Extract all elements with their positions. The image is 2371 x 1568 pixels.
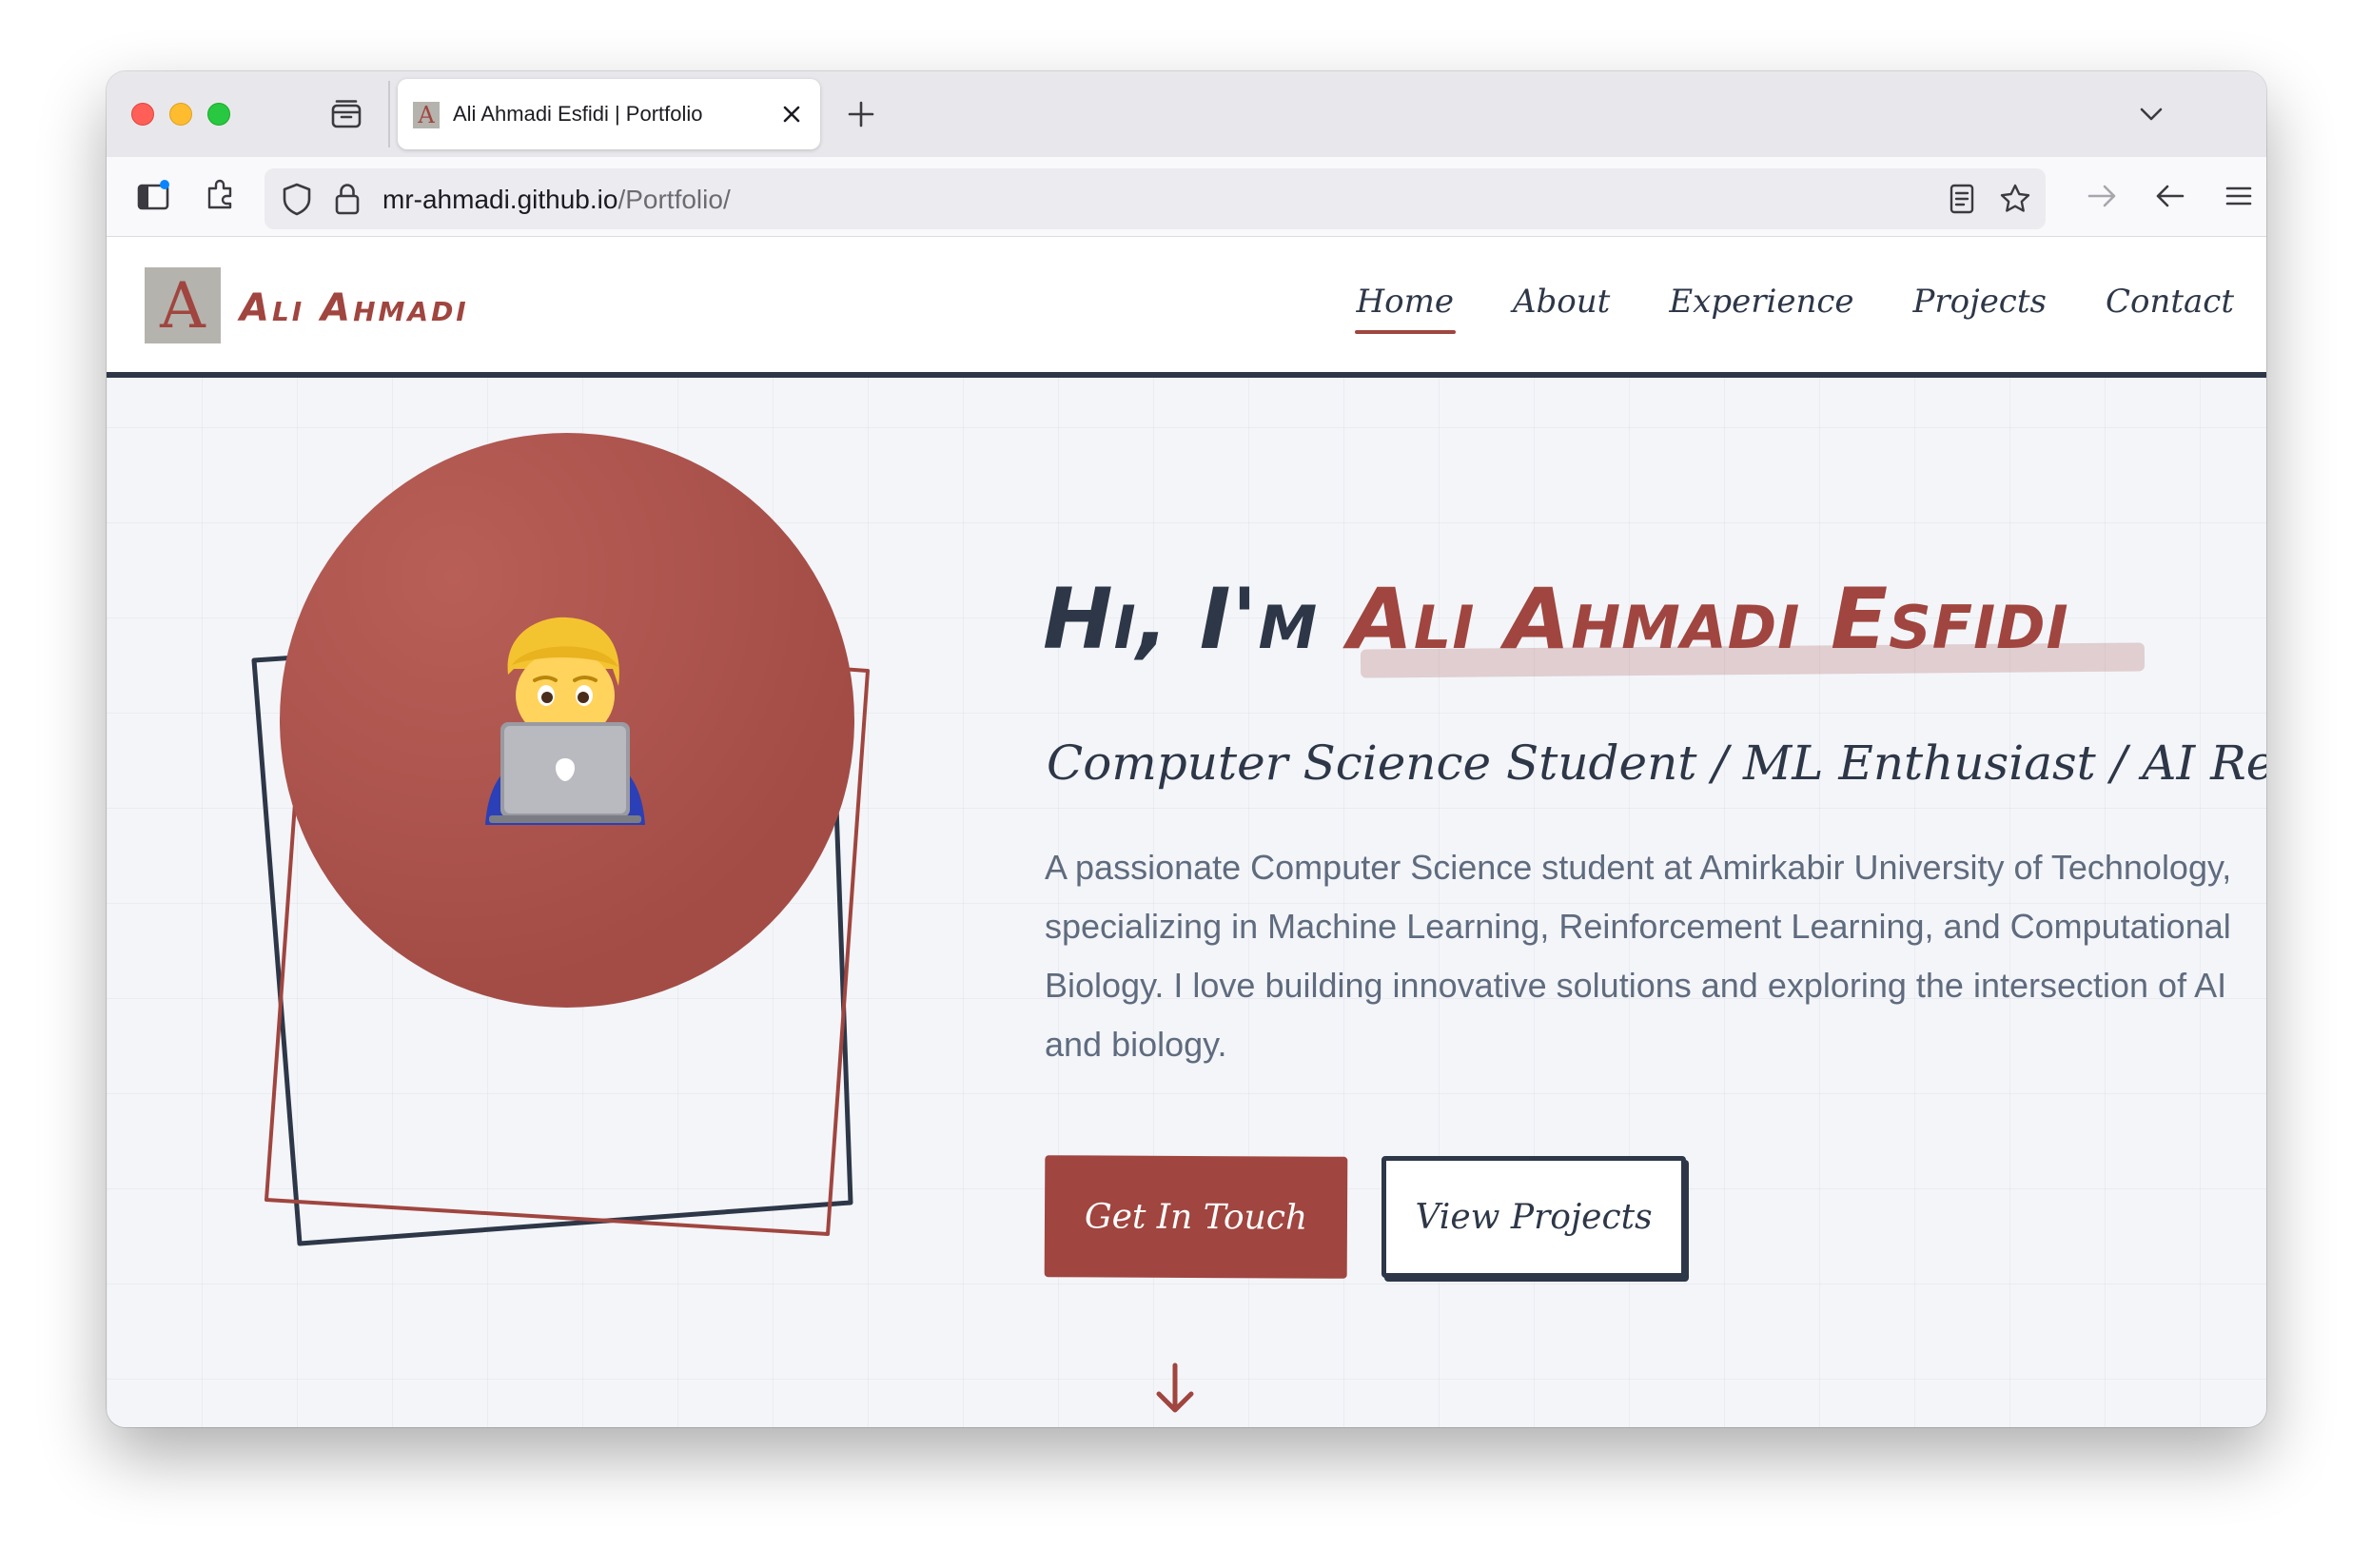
url-text[interactable]: mr-ahmadi.github.io/Portfolio/ — [382, 185, 731, 215]
tab-manager-icon[interactable] — [329, 97, 363, 131]
navigation-toolbar: mr-ahmadi.github.io/Portfolio/ — [107, 157, 2266, 237]
hero-subtitle: Computer Science Student / ML Enthusiast… — [1047, 735, 2266, 791]
hamburger-menu-icon[interactable] — [2221, 178, 2257, 214]
close-tab-icon[interactable] — [780, 103, 803, 126]
forward-arrow-icon[interactable] — [2084, 178, 2120, 214]
browser-tab-active[interactable]: A Ali Ahmadi Esfidi | Portfolio — [398, 79, 820, 149]
logo-icon[interactable]: A — [145, 267, 221, 343]
url-bar[interactable]: mr-ahmadi.github.io/Portfolio/ — [265, 168, 2046, 229]
logo-text[interactable]: Ali Ahmadi — [240, 286, 469, 330]
tab-favicon: A — [413, 102, 440, 128]
shield-icon[interactable] — [280, 181, 314, 217]
hero-name: Ali Ahmadi Esfidi — [1347, 570, 2069, 668]
extensions-icon[interactable] — [202, 178, 238, 214]
back-arrow-icon[interactable] — [2152, 178, 2188, 214]
nav-link-home[interactable]: Home — [1354, 283, 1457, 334]
nav-link-projects[interactable]: Projects — [1913, 283, 2047, 321]
nav-link-contact[interactable]: Contact — [2106, 283, 2234, 321]
new-tab-icon[interactable] — [845, 98, 877, 130]
page-content: A Ali Ahmadi Home About Experience Proje… — [107, 237, 2266, 1427]
lock-icon[interactable] — [333, 181, 362, 217]
url-path: /Portfolio/ — [617, 185, 731, 214]
tab-title: Ali Ahmadi Esfidi | Portfolio — [453, 102, 703, 126]
maximize-window-button[interactable] — [207, 103, 230, 126]
hero-heading: Hi, I'm Ali Ahmadi Esfidi — [1043, 570, 2069, 668]
sidebar-icon[interactable] — [135, 178, 171, 214]
get-in-touch-button[interactable]: Get In Touch — [1044, 1155, 1348, 1279]
nav-link-experience[interactable]: Experience — [1669, 283, 1853, 321]
site-header: A Ali Ahmadi Home About Experience Proje… — [107, 237, 2266, 378]
minimize-window-button[interactable] — [169, 103, 192, 126]
reader-view-icon[interactable] — [1947, 183, 1977, 215]
url-host: mr-ahmadi.github.io — [382, 185, 618, 214]
arrow-down-icon[interactable] — [1151, 1360, 1199, 1417]
man-technologist-icon — [485, 617, 645, 825]
tab-strip: A Ali Ahmadi Esfidi | Portfolio — [107, 71, 2266, 157]
close-window-button[interactable] — [131, 103, 154, 126]
chevron-down-icon[interactable] — [2137, 100, 2165, 128]
bookmark-star-icon[interactable] — [1998, 182, 2032, 216]
view-projects-button[interactable]: View Projects — [1381, 1156, 1686, 1278]
hero-description: A passionate Computer Science student at… — [1045, 848, 2232, 1064]
nav-link-about[interactable]: About — [1513, 283, 1610, 321]
browser-window: A Ali Ahmadi Esfidi | Portfolio mr-ahmad… — [107, 71, 2266, 1427]
main-nav: Home About Experience Projects Contact — [1354, 283, 2234, 334]
tab-divider — [388, 81, 390, 147]
greeting-prefix: Hi, I'm — [1043, 570, 1348, 668]
